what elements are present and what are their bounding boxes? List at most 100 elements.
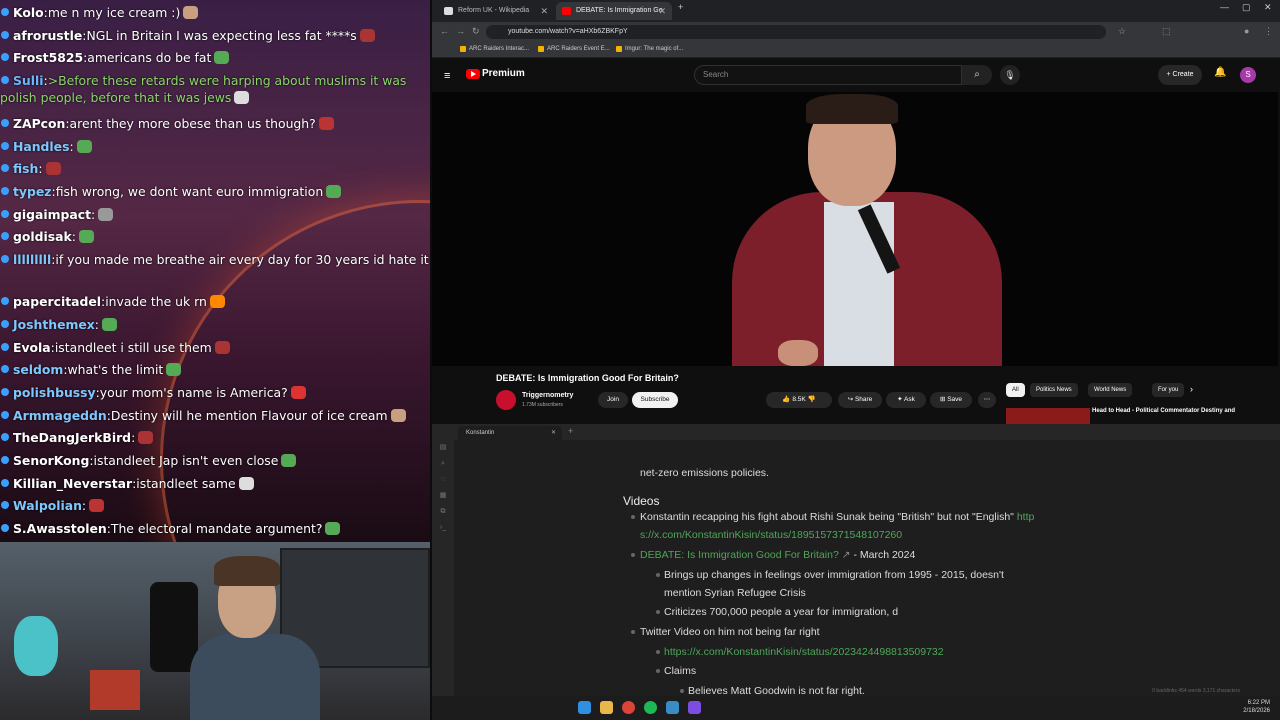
chat-message: Joshthemex: (0, 316, 430, 333)
chip-world-news[interactable]: World News (1088, 383, 1133, 397)
forward-icon[interactable]: → (456, 26, 465, 36)
recommended-thumbnail[interactable] (1006, 408, 1090, 424)
video-player[interactable] (432, 92, 1278, 366)
chat-username[interactable]: afrorustle (13, 28, 82, 43)
chrome-icon[interactable] (622, 701, 635, 714)
recommended-title[interactable]: Head to Head - Political Commentator Des… (1092, 408, 1235, 414)
badge-icon (1, 76, 9, 84)
chat-text: your mom's name is America? (99, 385, 288, 400)
youtube-logo[interactable] (466, 69, 480, 79)
chat-username[interactable]: Handles (13, 139, 69, 154)
chat-username[interactable]: goldisak (13, 229, 72, 244)
new-tab-icon[interactable]: + (568, 426, 573, 436)
badge-icon (1, 31, 9, 39)
chip-politics-news[interactable]: Politics News (1030, 383, 1078, 397)
bell-icon[interactable]: 🔔 (1214, 67, 1226, 78)
chat-username[interactable]: lllllllll (13, 252, 51, 267)
note-link[interactable]: https://x.com/KonstantinKisin/status/202… (664, 645, 944, 659)
badge-icon (1, 119, 9, 127)
bookmark-item[interactable]: Imgur: The magic of... (616, 45, 683, 54)
bookmark-item[interactable]: ARC Raiders Interac... (460, 45, 529, 54)
profile-icon[interactable]: ● (1244, 26, 1249, 36)
spotify-icon[interactable] (644, 701, 657, 714)
emote-icon (214, 51, 230, 64)
mic-icon[interactable]: 🎙 (1000, 65, 1020, 85)
menu-icon[interactable]: ⋮ (1264, 26, 1273, 37)
graph-icon[interactable]: ◌ (432, 472, 454, 488)
chat-username[interactable]: Frost5825 (13, 50, 83, 65)
url-input[interactable]: youtube.com/watch?v=aHXb6ZBKFpY (486, 25, 1106, 39)
chat-username[interactable]: SenorKong (13, 453, 89, 468)
star-icon[interactable]: ☆ (1118, 26, 1126, 37)
chat-username[interactable]: gigaimpact (13, 207, 91, 222)
chat-username[interactable]: TheDangJerkBird (13, 430, 131, 445)
like-button[interactable]: 👍 8.5K 👎 (766, 392, 832, 408)
copy-icon[interactable]: ⧉ (432, 504, 454, 520)
channel-name[interactable]: Triggernometry (522, 392, 573, 399)
windows-start-icon[interactable] (578, 701, 591, 714)
save-label: Save (947, 396, 963, 403)
chat-username[interactable]: seldom (13, 362, 63, 377)
file-explorer-icon[interactable] (600, 701, 613, 714)
files-icon[interactable]: ▤ (432, 440, 454, 456)
note-link[interactable]: DEBATE: Is Immigration Good For Britain? (640, 549, 839, 561)
note-text[interactable]: Criticizes 700,000 people a year for imm… (664, 605, 898, 619)
create-button[interactable]: + Create (1158, 65, 1202, 85)
ask-button[interactable]: ✦ Ask (886, 392, 926, 408)
calendar-icon[interactable]: ▦ (432, 488, 454, 504)
obsidian-icon[interactable] (688, 701, 701, 714)
close-window-icon[interactable]: ✕ (1264, 2, 1272, 13)
close-icon[interactable]: ✕ (658, 2, 666, 20)
channel-avatar[interactable] (496, 390, 516, 410)
chat-username[interactable]: Walpolian (13, 498, 82, 513)
terminal-icon[interactable]: ›_ (432, 520, 454, 536)
more-icon[interactable]: ⋯ (978, 392, 996, 408)
chat-username[interactable]: fish (13, 161, 38, 176)
note-link[interactable]: s://x.com/KonstantinKisin/status/1895157… (640, 528, 902, 542)
emote-icon (238, 477, 254, 490)
note-tab[interactable]: Konstantin ✕ (458, 426, 562, 440)
chat-username[interactable]: ZAPcon (13, 116, 65, 131)
tab-youtube[interactable]: DEBATE: Is Immigration Go ✕ (556, 2, 672, 20)
reload-icon[interactable]: ↻ (472, 26, 480, 37)
chip-all[interactable]: All (1006, 383, 1025, 397)
chat-username[interactable]: polishbussy (13, 385, 96, 400)
steam-icon[interactable] (666, 701, 679, 714)
chat-username[interactable]: Joshthemex (13, 317, 95, 332)
minimize-icon[interactable]: — (1220, 2, 1229, 12)
avatar[interactable]: S (1240, 67, 1256, 83)
chat-username[interactable]: Sulli (13, 73, 44, 88)
bookmark-item[interactable]: ARC Raiders Event E... (538, 45, 610, 54)
chat-username[interactable]: Evola (13, 340, 51, 355)
search-icon[interactable]: ⌕ (432, 456, 454, 472)
new-tab-icon[interactable]: + (678, 2, 683, 12)
chat-username[interactable]: Armmageddn (13, 408, 107, 423)
chat-username[interactable]: Killian_Neverstar (13, 476, 132, 491)
chevron-right-icon[interactable]: › (1190, 384, 1193, 394)
join-button[interactable]: Join (598, 392, 628, 408)
search-icon[interactable]: ⌕ (962, 65, 992, 85)
extensions-icon[interactable]: ⬚ (1162, 26, 1171, 37)
back-icon[interactable]: ← (440, 26, 449, 36)
tab-wikipedia[interactable]: Reform UK - Wikipedia ✕ (438, 2, 554, 20)
save-button[interactable]: ⊞ Save (930, 392, 972, 408)
hamburger-icon[interactable]: ≡ (444, 70, 450, 82)
maximize-icon[interactable]: ▢ (1242, 2, 1251, 13)
subscribe-button[interactable]: Subscribe (632, 392, 678, 408)
chat-username[interactable]: Kolo (13, 5, 44, 20)
badge-icon (1, 232, 9, 240)
chat-username[interactable]: S.Awasstolen (13, 521, 107, 536)
chip-for-you[interactable]: For you (1152, 383, 1185, 397)
ask-label: Ask (904, 396, 915, 403)
chat-username[interactable]: papercitadel (13, 294, 101, 309)
share-button[interactable]: ↪ Share (838, 392, 882, 408)
close-icon[interactable]: ✕ (551, 426, 556, 440)
badge-icon (1, 187, 9, 195)
badge-icon (1, 164, 9, 172)
search-input[interactable]: Search (694, 65, 962, 85)
chat-separator: : (38, 161, 43, 176)
close-icon[interactable]: ✕ (540, 2, 548, 20)
note-link[interactable]: http (1017, 511, 1035, 523)
system-clock[interactable]: 6:22 PM 2/18/2026 (1243, 699, 1270, 715)
chat-username[interactable]: typez (13, 184, 52, 199)
